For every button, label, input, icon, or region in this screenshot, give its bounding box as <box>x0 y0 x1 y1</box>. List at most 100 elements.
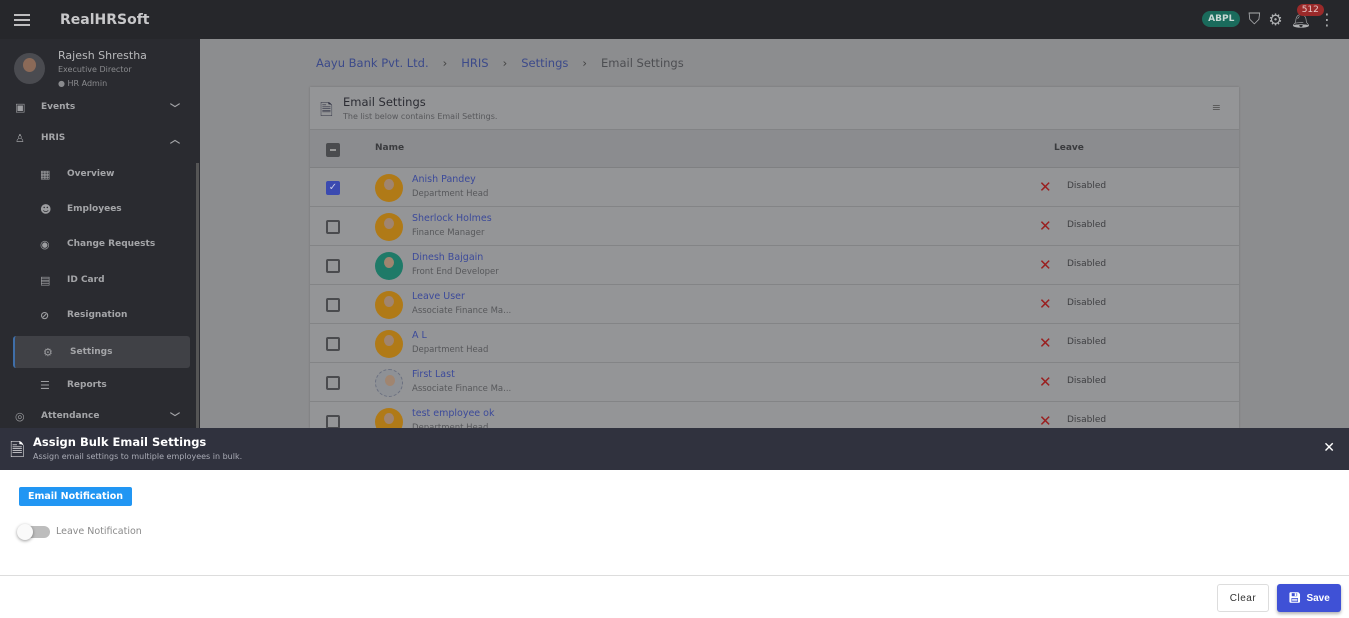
org-badge[interactable]: ABPL <box>1202 11 1241 27</box>
sidebar-item-label: Settings <box>70 347 113 357</box>
employee-designation: Front End Developer <box>412 267 499 277</box>
employee-name[interactable]: Sherlock Holmes <box>412 213 492 224</box>
breadcrumb-hris[interactable]: HRIS <box>461 56 488 70</box>
sheet-title: Assign Bulk Email Settings <box>33 435 207 449</box>
employee-name[interactable]: First Last <box>412 369 455 380</box>
save-icon: 💾︎ <box>1288 592 1301 604</box>
close-icon[interactable]: ✕ <box>1323 440 1335 456</box>
breadcrumb: Aayu Bank Pvt. Ltd. › HRIS › Settings › Ema… <box>316 56 684 70</box>
breadcrumb-current: Email Settings <box>600 56 684 70</box>
sidebar-item-label: Events <box>41 102 76 112</box>
employee-designation: Finance Manager <box>412 228 485 238</box>
column-name[interactable]: Name <box>375 143 404 153</box>
sidebar-item-attendance[interactable]: ◎ Attendance ﹀ <box>0 401 200 431</box>
sidebar-item-employees[interactable]: ☻ Employees <box>0 194 200 224</box>
avatar <box>375 174 403 202</box>
employee-name[interactable]: Anish Pandey <box>412 174 476 185</box>
app-title: RealHRSoft <box>60 11 150 28</box>
leave-status: Disabled <box>1067 220 1107 230</box>
employee-designation: Associate Finance Ma... <box>412 306 512 316</box>
dashboard-icon: ▦ <box>40 167 51 181</box>
row-checkbox[interactable] <box>326 337 340 351</box>
save-button[interactable]: 💾︎ Save <box>1277 584 1341 612</box>
leave-notification-toggle[interactable] <box>17 524 50 540</box>
employee-name[interactable]: Dinesh Bajgain <box>412 252 483 263</box>
toggle-label: Leave Notification <box>56 526 142 537</box>
sheet-subtitle: Assign email settings to multiple employ… <box>33 452 243 461</box>
close-icon: ✕ <box>1039 256 1052 274</box>
person-icon: ♙ <box>15 131 25 145</box>
close-icon: ✕ <box>1039 334 1052 352</box>
more-icon[interactable]: ⋮ <box>1319 10 1335 29</box>
leave-status: Disabled <box>1067 298 1107 308</box>
leave-status: Disabled <box>1067 376 1107 386</box>
column-leave[interactable]: Leave <box>1054 143 1084 153</box>
gear-icon[interactable]: ⚙ <box>1268 10 1282 29</box>
sidebar-item-label: Employees <box>67 204 122 214</box>
sidebar-item-change-requests[interactable]: ◉ Change Requests <box>0 229 200 259</box>
sidebar-item-settings[interactable]: ⚙ Settings <box>13 336 190 368</box>
table-row[interactable]: ✓ Anish Pandey Department Head ✕ Disable… <box>310 168 1239 207</box>
table-row[interactable]: Dinesh Bajgain Front End Developer ✕ Dis… <box>310 246 1239 285</box>
document-icon: 🗎 <box>320 100 333 119</box>
employee-designation: Associate Finance Ma... <box>412 384 512 394</box>
row-checkbox[interactable] <box>326 259 340 273</box>
leave-status: Disabled <box>1067 415 1107 425</box>
filter-icon[interactable]: ≡ <box>1212 101 1221 114</box>
sidebar-item-label: ID Card <box>67 275 105 285</box>
breadcrumb-settings[interactable]: Settings <box>521 56 568 70</box>
row-checkbox[interactable] <box>326 298 340 312</box>
table-row[interactable]: First Last Associate Finance Ma... ✕ Dis… <box>310 363 1239 402</box>
save-label: Save <box>1306 592 1330 604</box>
table-row[interactable]: Leave User Associate Finance Ma... ✕ Dis… <box>310 285 1239 324</box>
select-all-checkbox[interactable] <box>326 143 340 157</box>
employee-name[interactable]: test employee ok <box>412 408 495 419</box>
sidebar-scrollbar[interactable] <box>196 163 199 428</box>
employee-name[interactable]: A L <box>412 330 427 341</box>
id-card-icon: ▤ <box>40 273 51 287</box>
events-icon: ▣ <box>15 100 26 114</box>
sidebar-item-label: Attendance <box>41 411 100 421</box>
tab-email-notification[interactable]: Email Notification <box>19 487 133 506</box>
bell-icon[interactable]: 🔔︎ 512 <box>1291 3 1324 29</box>
sidebar-item-reports[interactable]: ☰ Reports <box>0 370 200 400</box>
row-checkbox[interactable] <box>326 415 340 429</box>
sidebar: Rajesh Shrestha Executive Director ● HR … <box>0 39 200 428</box>
sidebar-item-label: Resignation <box>67 310 128 320</box>
sidebar-item-label: HRIS <box>41 133 66 143</box>
avatar <box>375 213 403 241</box>
clear-button[interactable]: Clear <box>1217 584 1269 612</box>
row-checkbox[interactable] <box>326 376 340 390</box>
user-name: Rajesh Shrestha <box>58 49 147 62</box>
chevron-up-icon[interactable]: ︿ <box>170 131 180 146</box>
close-icon: ✕ <box>1039 217 1052 235</box>
row-checkbox[interactable]: ✓ <box>326 181 340 195</box>
chevron-down-icon[interactable]: ﹀ <box>170 100 180 115</box>
table-row[interactable]: Sherlock Holmes Finance Manager ✕ Disabl… <box>310 207 1239 246</box>
avatar <box>375 291 403 319</box>
row-checkbox[interactable] <box>326 220 340 234</box>
avatar <box>375 369 403 397</box>
admin-label: HR Admin <box>67 79 108 88</box>
sidebar-item-id-card[interactable]: ▤ ID Card <box>0 265 200 295</box>
leave-status: Disabled <box>1067 337 1107 347</box>
email-settings-card: 🗎 Email Settings The list below contains… <box>310 87 1239 441</box>
shield-icon[interactable]: ⛉ <box>1248 9 1260 29</box>
table-row[interactable]: A L Department Head ✕ Disabled <box>310 324 1239 363</box>
leave-status: Disabled <box>1067 259 1107 269</box>
breadcrumb-org[interactable]: Aayu Bank Pvt. Ltd. <box>316 56 429 70</box>
sidebar-item-events[interactable]: ▣ Events ﹀ <box>0 92 200 122</box>
menu-icon[interactable] <box>14 11 30 29</box>
sidebar-item-hris[interactable]: ♙ HRIS ︿ <box>0 123 200 153</box>
close-icon: ✕ <box>1039 178 1052 196</box>
people-icon: ☻ <box>40 202 52 216</box>
close-icon: ✕ <box>1039 295 1052 313</box>
leave-status: Disabled <box>1067 181 1107 191</box>
sidebar-item-overview[interactable]: ▦ Overview <box>0 159 200 189</box>
employee-name[interactable]: Leave User <box>412 291 465 302</box>
close-icon: ✕ <box>1039 373 1052 391</box>
chevron-down-icon[interactable]: ﹀ <box>170 409 180 424</box>
sidebar-item-resignation[interactable]: ⊘ Resignation <box>0 300 200 330</box>
employee-designation: Department Head <box>412 345 489 355</box>
user-profile[interactable]: Rajesh Shrestha Executive Director ● HR … <box>0 39 200 91</box>
